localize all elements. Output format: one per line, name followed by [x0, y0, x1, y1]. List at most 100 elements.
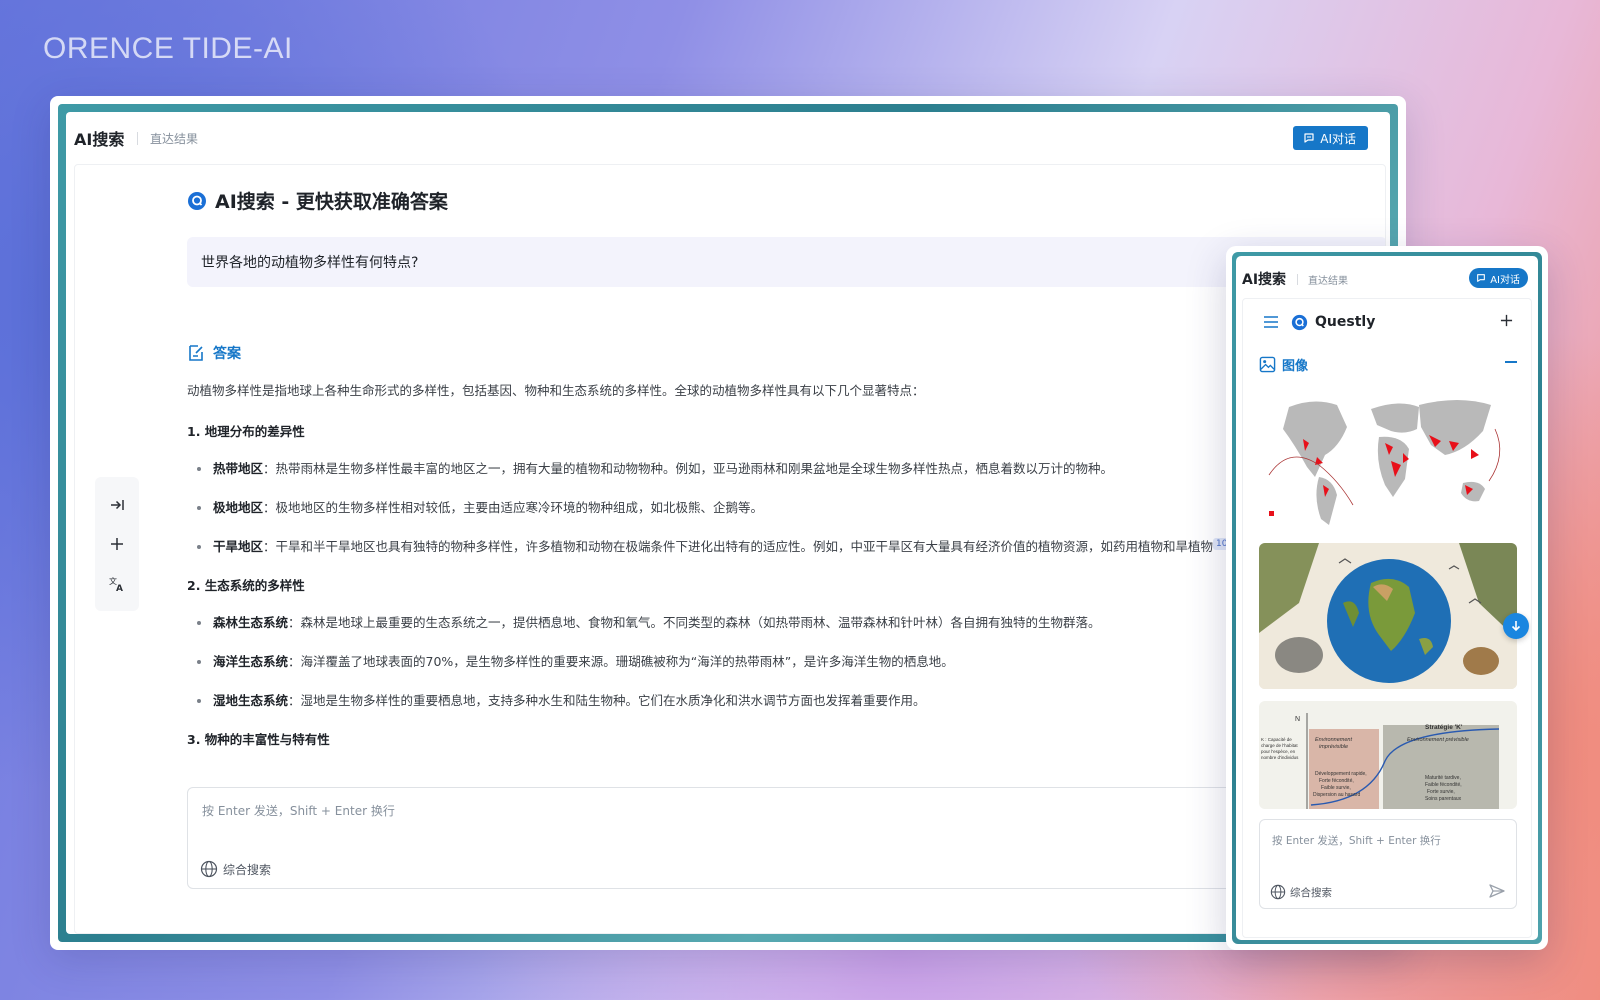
translate-button[interactable]: 文A [105, 572, 129, 596]
translate-icon: 文A [109, 576, 123, 593]
message-composer[interactable]: 按 Enter 发送，Shift + Enter 换行 综合搜索 [187, 787, 1385, 889]
chart-left-trait-1: Développement rapide, [1315, 771, 1367, 777]
item-term: 森林生态系统 [213, 615, 289, 630]
mobile-app-subtitle: 直达结果 [1308, 276, 1348, 287]
list-item: 森林生态系统：森林是地球上最重要的生态系统之一，提供栖息地、食物和氧气。不同类型… [187, 611, 1337, 634]
chart-env-right: Environnement prévisible [1407, 737, 1469, 743]
app-subtitle: 直达结果 [150, 132, 199, 146]
image-section-header: 图像 [1259, 355, 1308, 374]
app-title: AI搜索 [74, 130, 125, 149]
search-mode-label: 综合搜索 [1290, 886, 1332, 899]
item-text: ：热带雨林是生物多样性最丰富的地区之一，拥有大量的植物和动物物种。例如，亚马逊雨… [263, 461, 1114, 476]
list-item: 热带地区：热带雨林是生物多样性最丰富的地区之一，拥有大量的植物和动物物种。例如，… [187, 457, 1337, 480]
mobile-ai-chat-button[interactable]: AI对话 [1469, 268, 1528, 288]
ai-chat-label: AI对话 [1320, 131, 1356, 146]
send-icon[interactable] [1488, 882, 1506, 900]
chart-k-note-2: charge de l'habitat [1261, 743, 1298, 748]
composer-placeholder: 按 Enter 发送，Shift + Enter 换行 [202, 804, 395, 818]
search-logo-icon [188, 191, 206, 210]
mobile-nav: Questly [1243, 299, 1531, 345]
image-result-map[interactable] [1259, 385, 1517, 531]
chart-k-note-3: pour l'espèce, en [1261, 749, 1296, 754]
image-result-chart[interactable]: N Stratégie 'K' K : Capacité de charge d… [1259, 701, 1517, 809]
item-term: 干旱地区 [213, 539, 264, 554]
image-gallery-icon [1259, 356, 1276, 373]
desktop-app: AI搜索 直达结果 AI对话 文A AI搜索 - 更快获取准确答案 世界各地的动… [66, 112, 1390, 934]
chart-left-trait-3: Faible survie, [1321, 785, 1351, 791]
search-content: 文A AI搜索 - 更快获取准确答案 世界各地的动植物多样性有何特点? 答案 动… [74, 164, 1386, 934]
section-title: 3. 物种的丰富性与特有性 [187, 732, 330, 747]
chart-right-trait-2: Faible fécondité, [1425, 782, 1462, 788]
world-map-image [1268, 400, 1501, 525]
mobile-content: Questly 图像 N Stratégie 'K' K: Capacité … [1242, 298, 1532, 938]
item-text: ：湿地是生物多样性的重要栖息地，支持多种水生和陆生物种。它们在水质净化和洪水调节… [288, 693, 926, 708]
mobile-topbar: AI搜索 直达结果 AI对话 [1236, 256, 1538, 298]
item-text: ：干旱和半干旱地区也具有独特的物种多样性，许多植物和动物在极端条件下进化出特有的… [263, 539, 1214, 554]
globe-icon [1270, 884, 1286, 900]
item-term: 热带地区 [213, 461, 264, 476]
plus-icon[interactable] [1500, 314, 1513, 327]
r-k-strategy-chart: N Stratégie 'K' K : Capacité de charge d… [1261, 713, 1500, 809]
desktop-window: AI搜索 直达结果 AI对话 文A AI搜索 - 更快获取准确答案 世界各地的动… [50, 96, 1406, 950]
answer-body: 动植物多样性是指地球上各种生命形式的多样性，包括基因、物种和生态系统的多样性。全… [187, 379, 1337, 769]
plus-icon [111, 538, 123, 550]
section-list: 森林生态系统：森林是地球上最重要的生态系统之一，提供栖息地、食物和氧气。不同类型… [187, 611, 1337, 712]
globe-icon [200, 860, 218, 878]
app-topbar: AI搜索 直达结果 AI对话 [66, 112, 1390, 164]
page-title: AI搜索 - 更快获取准确答案 [215, 191, 448, 213]
item-text: ：森林是地球上最重要的生态系统之一，提供栖息地、食物和氧气。不同类型的森林（如热… [288, 615, 1101, 630]
item-text: ：极地地区的生物多样性相对较低，主要由适应寒冷环境的物种组成，如北极熊、企鹅等。 [263, 500, 764, 515]
item-term: 海洋生态系统 [213, 654, 289, 669]
brand-wordmark: ORENCE TIDE-AI [43, 32, 293, 65]
search-mode-selector[interactable]: 综合搜索 [200, 860, 271, 878]
image-section-label: 图像 [1282, 359, 1309, 374]
new-search-button[interactable] [105, 532, 129, 556]
user-query: 世界各地的动植物多样性有何特点? [187, 237, 1385, 287]
list-item: 湿地生态系统：湿地是生物多样性的重要栖息地，支持多种水生和陆生物种。它们在水质净… [187, 689, 1337, 712]
ai-chat-button[interactable]: AI对话 [1293, 126, 1368, 150]
item-term: 湿地生态系统 [213, 693, 289, 708]
arrow-to-right-icon [111, 499, 124, 510]
mobile-window: AI搜索 直达结果 AI对话 Questly 图像 N Stratégie 'K… [1226, 246, 1548, 950]
answer-intro: 动植物多样性是指地球上各种生命形式的多样性，包括基因、物种和生态系统的多样性。全… [187, 383, 925, 398]
chart-env-left-1: Environnement [1315, 737, 1352, 743]
list-item: 干旱地区：干旱和半干旱地区也具有独特的物种多样性，许多植物和动物在极端条件下进化… [187, 535, 1337, 558]
chart-right-trait-3: Forte survie, [1427, 789, 1455, 795]
chart-left-trait-4: Dispersion au hasard [1313, 792, 1360, 798]
item-term: 极地地区 [213, 500, 264, 515]
title-divider [1297, 274, 1298, 285]
search-mode-label: 综合搜索 [223, 862, 272, 877]
chart-left-trait-2: Forte fécondité, [1319, 778, 1354, 784]
mobile-app-title: AI搜索 [1242, 272, 1287, 288]
search-mode-selector[interactable]: 综合搜索 [1270, 884, 1332, 900]
chart-env-left-2: imprévisible [1319, 744, 1348, 750]
collapse-section-button[interactable] [1505, 361, 1517, 363]
chat-bubble-icon [1477, 274, 1486, 282]
scroll-down-button[interactable] [1503, 613, 1529, 639]
mobile-message-composer[interactable]: 按 Enter 发送，Shift + Enter 换行 综合搜索 [1259, 819, 1517, 909]
chart-right-trait-4: Soins parentaux [1425, 796, 1462, 802]
section-title: 1. 地理分布的差异性 [187, 424, 305, 439]
answer-heading: 答案 [187, 343, 241, 363]
chart-strategy-label: Stratégie 'K' [1425, 724, 1463, 731]
mobile-app-name: Questly [1315, 314, 1376, 330]
item-text: ：海洋覆盖了地球表面的70%，是生物多样性的重要来源。珊瑚礁被称为“海洋的热带雨… [288, 654, 954, 669]
chart-k-note-1: K : Capacité de [1261, 737, 1292, 742]
edit-note-icon [189, 345, 203, 361]
side-toolbar: 文A [95, 477, 139, 611]
chat-bubble-icon [1304, 133, 1314, 143]
image-result-globe[interactable] [1259, 543, 1517, 689]
hamburger-menu-icon[interactable] [1263, 315, 1279, 329]
svg-text:A: A [116, 584, 123, 593]
biodiversity-globe-image [1259, 543, 1517, 689]
search-logo-icon [1291, 314, 1308, 331]
chart-k-note-4: nombre d'individus [1261, 755, 1299, 760]
ai-chat-label: AI对话 [1490, 274, 1520, 286]
section-list: 热带地区：热带雨林是生物多样性最丰富的地区之一，拥有大量的植物和动物物种。例如，… [187, 457, 1337, 558]
title-divider [137, 132, 138, 145]
collapse-sidebar-button[interactable] [105, 493, 129, 517]
composer-placeholder: 按 Enter 发送，Shift + Enter 换行 [1272, 835, 1441, 847]
list-item: 极地地区：极地地区的生物多样性相对较低，主要由适应寒冷环境的物种组成，如北极熊、… [187, 496, 1337, 519]
list-item: 海洋生态系统：海洋覆盖了地球表面的70%，是生物多样性的重要来源。珊瑚礁被称为“… [187, 650, 1337, 673]
arrow-down-icon [1511, 621, 1521, 632]
